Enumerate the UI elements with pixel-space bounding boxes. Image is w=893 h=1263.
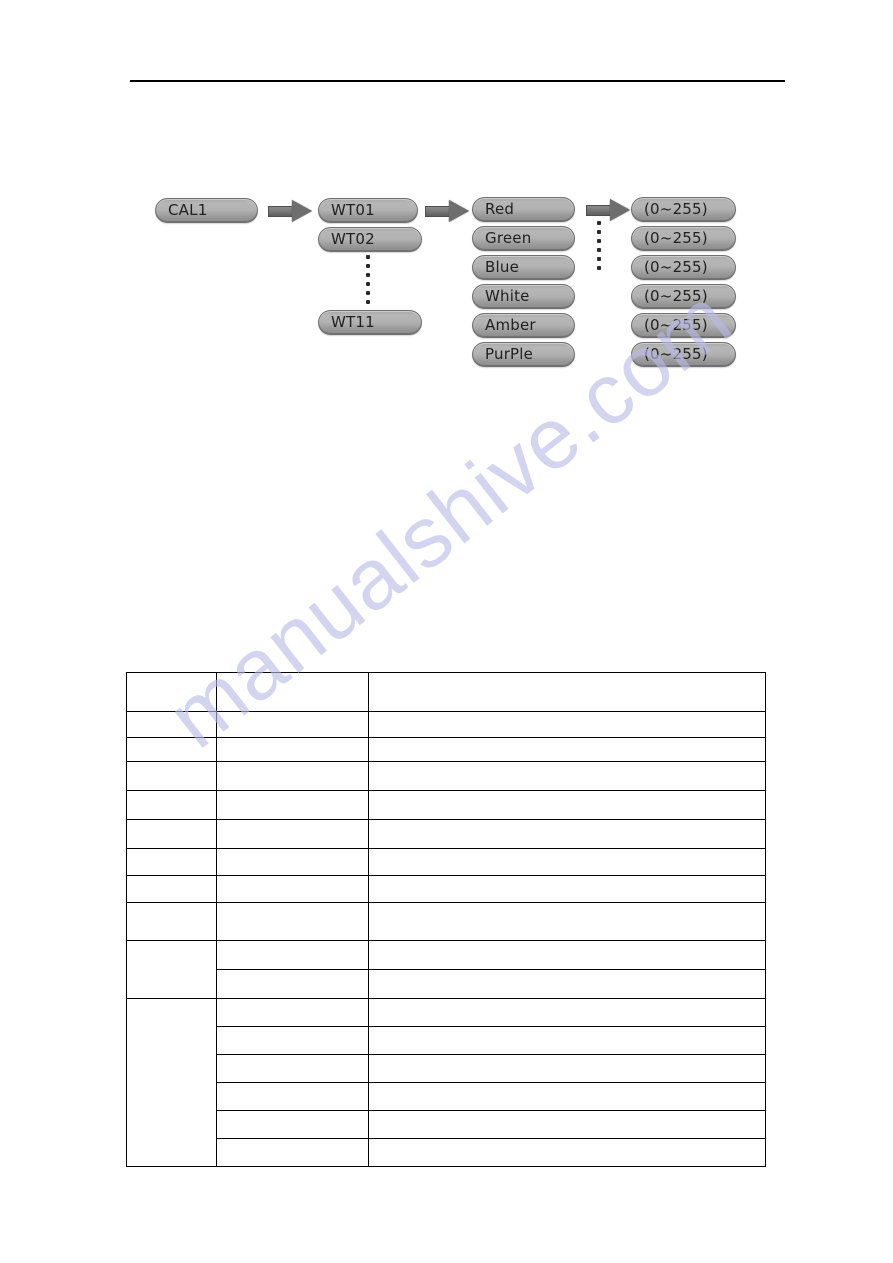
flow-node-value-white[interactable]: (0~255) [631,284,736,309]
table-cell-col2 [216,761,369,791]
table-cell-col1 [126,875,217,903]
table-cell-col1 [126,848,217,876]
table-row [127,1138,766,1167]
table-cell-col3 [368,672,766,712]
table-cell-col3 [368,761,766,791]
arrow-root-to-preset-icon [268,200,312,222]
value-continuation-dots-icon [596,221,602,275]
table-cell-col3 [368,819,766,849]
calibration-menu-flow-diagram: CAL1 WT01 WT02 WT11 Red Green Blue White… [0,0,893,420]
table-cell-col2 [216,819,369,849]
table-cell-col2 [216,737,369,762]
table-cell-col3 [368,711,766,738]
flow-node-amber[interactable]: Amber [472,313,575,338]
table-cell-col2 [216,672,369,712]
table-cell-col2 [216,998,369,1027]
table-cell-col3 [368,1138,766,1167]
table-cell-col3 [368,940,766,970]
flow-node-purple[interactable]: PurPle [472,342,575,367]
arrow-channel-to-value-icon [586,199,630,221]
table-cell-col1 [126,819,217,849]
table-cell-col1 [126,711,217,738]
table-cell-col1 [126,672,217,712]
flow-node-value-red[interactable]: (0~255) [631,197,736,222]
table-cell-col3 [368,790,766,820]
table-row [126,790,766,820]
flow-node-wt01[interactable]: WT01 [318,198,418,223]
table-cell-col2 [216,711,369,738]
table-cell-col2 [216,902,369,941]
flow-node-red[interactable]: Red [472,197,575,222]
table-cell-col3 [368,875,766,903]
table-cell-col1 [126,902,217,941]
page-canvas: CAL1 WT01 WT02 WT11 Red Green Blue White… [0,0,893,1263]
flow-node-value-purple[interactable]: (0~255) [631,342,736,367]
table-cell-col2 [216,1110,369,1139]
flow-node-value-amber[interactable]: (0~255) [631,313,736,338]
flow-node-value-green[interactable]: (0~255) [631,226,736,251]
table-cell-col3 [368,998,766,1027]
table-row [127,1054,766,1083]
flow-node-value-blue[interactable]: (0~255) [631,255,736,280]
table-cell-col1 [126,790,217,820]
arrow-preset-to-channel-icon [425,200,469,222]
table-cell-col3 [368,848,766,876]
table-row [126,672,766,712]
table-row [127,1082,766,1111]
flow-node-blue[interactable]: Blue [472,255,575,280]
table-cell-col3 [368,1054,766,1083]
specification-table-body [126,672,766,1167]
table-row [126,875,766,903]
table-row [126,711,766,738]
table-cell-col1-merged [126,940,217,999]
table-row [127,1110,766,1139]
table-row [127,969,766,999]
table-cell-col3 [368,902,766,941]
table-cell-col2 [216,848,369,876]
specification-table [126,672,766,1167]
table-row [126,761,766,791]
table-row [126,940,766,999]
table-cell-col1-merged [126,998,217,1167]
table-cell-col2 [216,1082,369,1111]
table-cell-col2 [216,1054,369,1083]
table-row [126,819,766,849]
table-cell-col2 [216,969,369,999]
table-cell-col3 [368,1026,766,1055]
table-cell-col2 [216,1026,369,1055]
flow-node-cal1[interactable]: CAL1 [155,198,258,223]
table-row [126,902,766,941]
table-cell-col3 [368,969,766,999]
table-cell-col2 [216,875,369,903]
flow-node-white[interactable]: White [472,284,575,309]
table-cell-col2 [216,790,369,820]
table-cell-col3 [368,737,766,762]
preset-continuation-dots-icon [365,255,371,309]
table-row [126,737,766,762]
table-cell-col1 [126,737,217,762]
table-cell-col3 [368,1110,766,1139]
table-row [127,1026,766,1055]
table-cell-col2 [216,940,369,970]
table-cell-col3 [368,1082,766,1111]
table-cell-col1 [126,761,217,791]
flow-node-wt02[interactable]: WT02 [318,227,422,252]
table-row [126,848,766,876]
table-row [126,998,766,1167]
flow-node-green[interactable]: Green [472,226,575,251]
flow-node-wt11[interactable]: WT11 [318,310,422,335]
table-cell-col2 [216,1138,369,1167]
